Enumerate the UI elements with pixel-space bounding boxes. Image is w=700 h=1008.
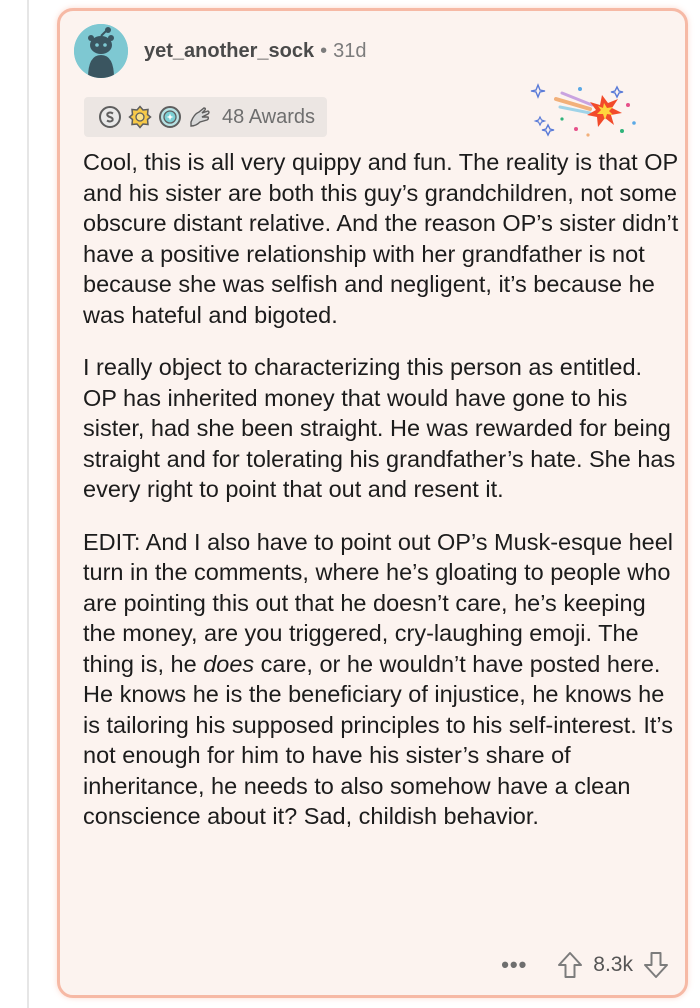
downvote-arrow-icon[interactable] bbox=[643, 951, 669, 979]
highlighted-comment-card: yet_another_sock • 31d 48 Awards Cool, t… bbox=[57, 8, 688, 998]
username[interactable]: yet_another_sock bbox=[144, 40, 314, 63]
comment-age: 31d bbox=[333, 39, 367, 62]
comment-actions: ••• 8.3k bbox=[501, 945, 669, 985]
comment-page: yet_another_sock • 31d 48 Awards Cool, t… bbox=[0, 0, 700, 1008]
snoo-avatar-icon bbox=[74, 24, 128, 78]
emphasized-word: does bbox=[203, 650, 255, 677]
edit-text-after: care, or he wouldn’t have posted here. H… bbox=[83, 650, 673, 830]
vote-score: 8.3k bbox=[593, 953, 633, 976]
thread-line[interactable] bbox=[27, 0, 29, 1008]
hand-award-icon bbox=[190, 107, 210, 127]
more-options-button[interactable]: ••• bbox=[501, 952, 527, 978]
comment-paragraph-edit: EDIT: And I also have to point out OP’s … bbox=[83, 527, 679, 832]
platinum-award-icon bbox=[159, 106, 181, 128]
avatar[interactable] bbox=[74, 24, 128, 78]
awards-count: 48 Awards bbox=[222, 105, 316, 128]
comment-header: yet_another_sock • 31d bbox=[74, 23, 366, 79]
award-burst-icon bbox=[530, 83, 636, 137]
comment-paragraph-1: Cool, this is all very quippy and fun. T… bbox=[83, 149, 679, 328]
gold-award-icon bbox=[128, 105, 152, 129]
comment-body: Cool, this is all very quippy and fun. T… bbox=[83, 147, 679, 854]
awards-bar[interactable]: 48 Awards bbox=[84, 97, 328, 137]
comment-paragraph-2: I really object to characterizing this p… bbox=[83, 354, 676, 502]
meta-separator: • bbox=[320, 39, 328, 62]
silver-award-icon bbox=[99, 106, 121, 128]
upvote-arrow-icon[interactable] bbox=[557, 951, 583, 979]
